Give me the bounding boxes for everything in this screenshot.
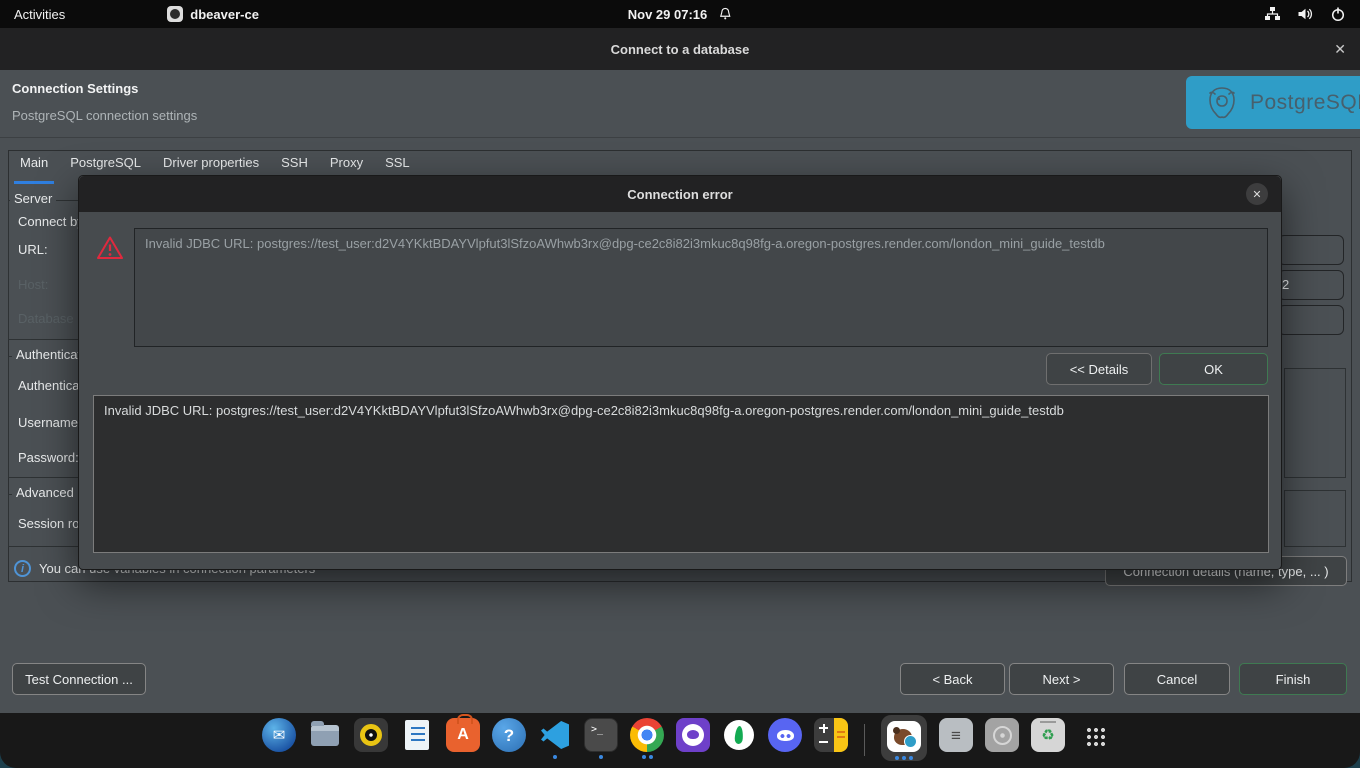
screen: Activities dbeaver-ce Nov 29 07:16: [0, 0, 1360, 768]
cancel-button[interactable]: Cancel: [1124, 663, 1230, 695]
page-title: Connection Settings: [12, 81, 138, 96]
dock-app-grid-icon[interactable]: [1077, 718, 1111, 760]
dock-rhythmbox-icon[interactable]: [354, 718, 388, 760]
error-dialog-close-button[interactable]: ✕: [1246, 183, 1268, 205]
test-connection-button[interactable]: Test Connection ...: [12, 663, 146, 695]
password-label: Password:: [18, 450, 79, 465]
database-input-fragment[interactable]: [1278, 305, 1344, 335]
host-label: Host:: [18, 277, 48, 292]
dock-trash-icon[interactable]: ♻: [1031, 718, 1065, 760]
dock-writer-icon[interactable]: [400, 718, 434, 760]
system-tray[interactable]: [1264, 0, 1346, 28]
postgresql-logo-text: PostgreSQL: [1250, 91, 1360, 115]
error-dialog-titlebar: Connection error ✕: [79, 176, 1281, 212]
system-top-bar: Activities dbeaver-ce Nov 29 07:16: [0, 0, 1360, 28]
power-icon: [1330, 6, 1346, 22]
postgresql-elephant-icon: [1202, 84, 1242, 122]
wizard-title: Connect to a database: [611, 42, 750, 57]
wizard-close-button[interactable]: ✕: [1334, 28, 1346, 70]
activities-button[interactable]: Activities: [0, 7, 79, 22]
clock-label: Nov 29 07:16: [628, 7, 708, 22]
dock-help-icon[interactable]: ?: [492, 718, 526, 760]
database-label: Database: [18, 311, 74, 326]
page-subtitle: PostgreSQL connection settings: [12, 108, 197, 123]
dock-strip: ✉ A? >_ ≡ ♻: [0, 713, 1360, 768]
details-toggle-button[interactable]: << Details: [1046, 353, 1152, 385]
network-icon: [1264, 6, 1281, 22]
notification-bell-icon: [717, 6, 732, 22]
dock-github-icon[interactable]: [676, 718, 710, 760]
back-button[interactable]: < Back: [900, 663, 1005, 695]
port-value-fragment: 2: [1282, 277, 1289, 292]
volume-icon: [1297, 6, 1314, 22]
dock-calculator-icon[interactable]: [814, 718, 848, 760]
advanced-group-label: Advanced: [12, 485, 78, 500]
server-group-label: Server: [10, 191, 56, 206]
dock: ✉ A? >_ ≡ ♻: [0, 713, 1360, 768]
dock-separator: [864, 724, 865, 756]
advanced-box-fragment: [1284, 490, 1346, 547]
dock-settings-icon[interactable]: ≡: [939, 718, 973, 760]
error-dialog-title: Connection error: [627, 187, 732, 202]
connect-by-label: Connect by:: [18, 214, 87, 229]
username-label: Username:: [18, 415, 82, 430]
app-menu[interactable]: dbeaver-ce: [167, 6, 259, 22]
dock-compass-icon[interactable]: [722, 718, 756, 760]
dock-files-icon[interactable]: [308, 718, 342, 760]
url-input-fragment[interactable]: [1278, 235, 1344, 265]
error-message-box: Invalid JDBC URL: postgres://test_user:d…: [134, 228, 1268, 347]
dock-disks-icon[interactable]: [985, 718, 1019, 760]
warning-icon: [96, 235, 124, 261]
info-icon: i: [14, 560, 31, 577]
connection-error-dialog: Connection error ✕ Invalid JDBC URL: pos…: [78, 175, 1282, 570]
dock-software-icon[interactable]: A: [446, 718, 480, 760]
error-details-textarea[interactable]: Invalid JDBC URL: postgres://test_user:d…: [93, 395, 1269, 553]
auth-box-fragment: [1284, 368, 1346, 478]
app-menu-label: dbeaver-ce: [190, 7, 259, 22]
next-button[interactable]: Next >: [1009, 663, 1114, 695]
postgresql-logo: PostgreSQL: [1186, 76, 1360, 129]
tab-main[interactable]: Main: [20, 150, 48, 182]
url-label: URL:: [18, 242, 48, 257]
clock-menu[interactable]: Nov 29 07:16: [628, 6, 733, 22]
dock-vscode-icon[interactable]: [538, 718, 572, 760]
wizard-header: Connection Settings PostgreSQL connectio…: [0, 70, 1360, 138]
wizard-titlebar: Connect to a database ✕: [0, 28, 1360, 70]
dock-chrome-icon[interactable]: [630, 718, 664, 760]
dock-dbeaver-icon[interactable]: [881, 715, 927, 761]
dbeaver-app-icon: [167, 6, 183, 22]
dock-thunderbird-icon[interactable]: ✉: [262, 718, 296, 760]
dock-items: ✉ A? >_ ≡ ♻: [262, 718, 1111, 761]
dock-discord-icon[interactable]: [768, 718, 802, 760]
finish-button[interactable]: Finish: [1239, 663, 1347, 695]
dock-terminal-icon[interactable]: >_: [584, 718, 618, 760]
ok-button[interactable]: OK: [1159, 353, 1268, 385]
